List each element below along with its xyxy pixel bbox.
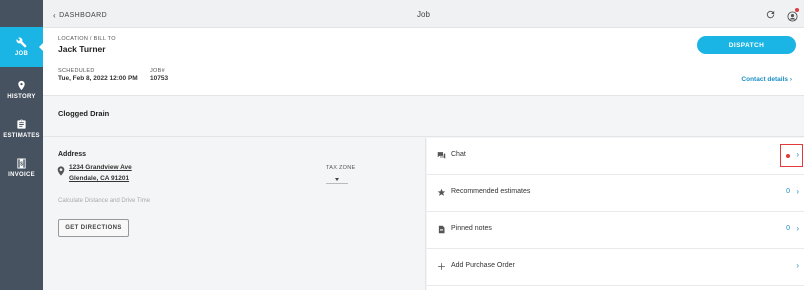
chat-icon <box>437 152 446 159</box>
chat-row[interactable]: Chat › <box>427 138 804 175</box>
row-label: Pinned notes <box>451 225 492 232</box>
row-count: 0 <box>786 188 790 195</box>
notification-dot <box>795 8 799 12</box>
tax-zone-label: TAX ZONE <box>326 165 356 171</box>
row-count: 0 <box>786 225 790 232</box>
chevron-right-icon: › <box>789 76 792 83</box>
sidebar-item-label: JOB <box>14 51 29 57</box>
job-actions-panel: Chat › Recommended estimates 0 › Pinned … <box>427 138 804 290</box>
refresh-icon[interactable] <box>765 9 776 20</box>
customer-name: Jack Turner <box>58 44 106 54</box>
location-label: LOCATION / BILL TO <box>58 36 116 42</box>
plus-icon <box>438 263 445 270</box>
scheduled-label: SCHEDULED <box>58 68 95 74</box>
chevron-right-icon: › <box>796 187 799 196</box>
scheduled-value: Tue, Feb 8, 2022 12:00 PM <box>58 75 138 82</box>
recommended-estimates-row[interactable]: Recommended estimates 0 › <box>427 175 804 212</box>
sidebar-item-label: ESTIMATES <box>3 133 40 139</box>
svg-text:$: $ <box>20 161 23 167</box>
contact-details-label: Contact details <box>741 76 789 83</box>
address-title: Address <box>58 151 87 158</box>
address-panel: Address 1234 Grandview Ave Glendale, CA … <box>43 138 426 290</box>
job-number-label: JOB# <box>150 68 165 74</box>
page-title: Job <box>417 10 430 19</box>
job-summary-panel: LOCATION / BILL TO Jack Turner SCHEDULED… <box>43 28 804 96</box>
note-icon <box>438 225 445 234</box>
row-label: Add Purchase Order <box>451 262 515 269</box>
sidebar: JOB HISTORY ESTIMATES $ INVOICE <box>0 0 43 290</box>
sidebar-item-history[interactable]: HISTORY <box>0 70 43 110</box>
star-icon <box>437 188 446 196</box>
dispatch-button[interactable]: DISPATCH <box>697 36 796 54</box>
row-label: Recommended estimates <box>451 188 531 195</box>
tax-zone-select[interactable] <box>326 174 348 184</box>
calculate-distance-text: Calculate Distance and Drive Time <box>58 198 151 204</box>
row-label: Chat <box>451 151 466 158</box>
location-pin-icon <box>18 80 25 91</box>
add-purchase-order-row[interactable]: Add Purchase Order › <box>427 249 804 286</box>
job-number-value: 10753 <box>150 75 169 82</box>
get-directions-button[interactable]: GET DIRECTIONS <box>58 219 129 237</box>
contact-details-link[interactable]: Contact details › <box>741 76 792 83</box>
location-pin-icon <box>57 166 65 176</box>
sidebar-item-estimates[interactable]: ESTIMATES <box>0 109 43 149</box>
sidebar-item-invoice[interactable]: $ INVOICE <box>0 148 43 188</box>
chevron-right-icon: › <box>796 224 799 233</box>
wrench-icon <box>16 37 27 48</box>
clipboard-icon <box>17 119 26 129</box>
address-line-2[interactable]: Glendale, CA 91201 <box>69 175 129 182</box>
sidebar-item-job[interactable]: JOB <box>0 27 43 67</box>
pinned-notes-row[interactable]: Pinned notes 0 › <box>427 212 804 249</box>
address-line-1[interactable]: 1234 Grandview Ave <box>69 164 132 171</box>
caret-down-icon <box>335 178 339 181</box>
sidebar-item-label: INVOICE <box>8 172 35 178</box>
top-header: ‹ DASHBOARD Job <box>43 0 804 28</box>
job-name-row: Clogged Drain <box>43 97 804 137</box>
job-name: Clogged Drain <box>58 109 110 118</box>
sidebar-item-label: HISTORY <box>7 94 36 100</box>
account-button[interactable] <box>787 8 799 22</box>
invoice-dollar-icon: $ <box>17 158 26 169</box>
chevron-right-icon: › <box>796 261 799 270</box>
account-icon <box>787 11 798 22</box>
highlight-box <box>780 144 803 167</box>
